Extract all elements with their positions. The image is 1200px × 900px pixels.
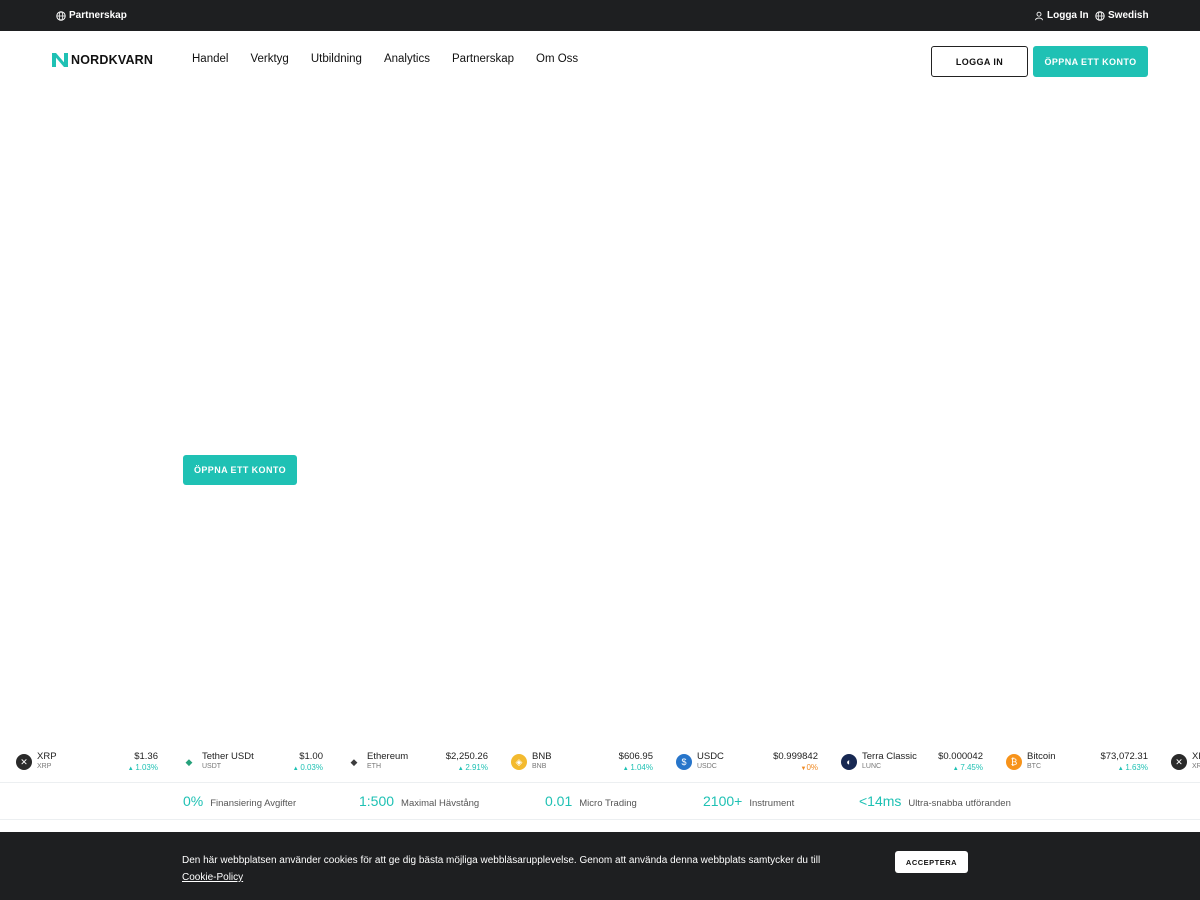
ticker-price: $606.95 [618,751,653,762]
ticker-price: $73,072.31 [1100,751,1148,762]
ticker-change-value: 1.04% [630,763,653,772]
top-partnership-link[interactable]: Partnerskap [56,0,127,31]
cookie-text-block: Den här webbplatsen använder cookies för… [182,852,872,886]
ticker-item[interactable]: ◐ Terra Classic LUNC $0.000042 ▲ 7.45% [841,749,983,773]
ticker-symbol: ETH [367,763,381,770]
hero-open-account-button[interactable]: ÖPPNA ETT KONTO [183,455,297,485]
cookie-banner: Den här webbplatsen använder cookies för… [0,832,1200,900]
ticker-item[interactable]: ✕XRPXRP$1.36▲ 1.03% [1171,749,1200,773]
ticker-price: $1.36 [134,751,158,762]
ticker-change: ▲ 1.04% [623,763,653,772]
xrp-icon: ✕ [1171,754,1187,770]
stat-value: <14ms [859,793,902,809]
nav-item-verktyg[interactable]: Verktyg [250,53,288,65]
ticker-price: $0.999842 [773,751,818,762]
globe-icon [1095,10,1105,21]
ticker-symbol: LUNC [862,763,882,770]
ticker-change: ▲ 1.03% [128,763,158,772]
nav-menu: Handel Verktyg Utbildning Analytics Part… [192,53,578,65]
language-selector[interactable]: Swedish [1095,0,1149,31]
ticker-name: XRP [1192,751,1200,762]
ticker-change-value: 2.91% [465,763,488,772]
ticker-symbol: XRP [37,763,52,770]
top-bar: Partnerskap Logga In Swedish [0,0,1200,31]
bitcoin-icon: ₿ [1006,754,1022,770]
ticker-item[interactable]: $ USDC USDC $0.999842 ▼0% [676,749,818,773]
ticker-price: $2,250.26 [445,751,488,762]
stat-label: Instrument [749,798,795,809]
nav-item-om-oss[interactable]: Om Oss [536,53,578,65]
ticker-name: Ethereum [367,751,409,762]
ticker-change: ▲ 1.63% [1118,763,1148,772]
top-login-link[interactable]: Logga In [1034,0,1089,31]
stat-instruments: 2100+ Instrument [703,793,794,809]
stat-label: Micro Trading [579,798,637,809]
ticker-item[interactable]: ✕ XRPXRP $1.36▲ 1.03% [16,749,158,773]
ticker-item[interactable]: ◈ BNB BNB $606.95 ▲ 1.04% [511,749,653,773]
stat-value: 2100+ [703,793,743,809]
ticker-change: ▲ 7.45% [953,763,983,772]
ticker-name: Bitcoin [1027,751,1056,762]
stat-max-leverage: 1:500 Maximal Hävstång [359,793,479,809]
globe-icon [56,10,66,21]
logo[interactable]: NORDKVARN [52,53,153,67]
ticker-change-value: 0.03% [300,763,323,772]
stat-label: Ultra-snabba utföranden [908,798,1011,809]
ticker-name: Tether USDt [202,751,254,762]
ticker-name: Terra Classic [862,751,917,762]
stat-value: 0% [183,793,204,809]
stat-micro-trading: 0.01 Micro Trading [545,793,637,809]
stats-strip: 0% Finansiering Avgifter 1:500 Maximal H… [0,783,1200,820]
user-icon [1035,11,1043,20]
cookie-message: Den här webbplatsen använder cookies för… [182,855,821,866]
xrp-icon: ✕ [16,754,32,770]
tether-icon: ◆ [185,756,193,767]
ticker-price: $1.00 [299,751,323,762]
ticker-change: ▼0% [800,763,818,772]
ticker-item[interactable]: ₿ Bitcoin BTC $73,072.31 ▲ 1.63% [1006,749,1148,773]
stat-label: Finansiering Avgifter [210,798,297,809]
ticker-price: $0.000042 [938,751,983,762]
stat-execution-speed: <14ms Ultra-snabba utföranden [859,793,1011,809]
top-partnership-label: Partnerskap [69,10,127,21]
login-button[interactable]: LOGGA IN [931,46,1028,77]
ticker-symbol: USDC [697,763,717,770]
ethereum-icon: ◆ [350,756,358,767]
open-account-button[interactable]: ÖPPNA ETT KONTO [1033,46,1148,77]
stat-value: 1:500 [359,793,395,809]
terra-icon: ◐ [841,754,857,770]
ticker-symbol: BTC [1027,763,1041,770]
ticker-name: XRP [37,751,57,762]
ticker-symbol: BNB [532,763,547,770]
stat-funding-fees: 0% Finansiering Avgifter [183,793,296,809]
stat-value: 0.01 [545,793,573,809]
nav-item-utbildning[interactable]: Utbildning [311,53,362,65]
nav-item-partnerskap[interactable]: Partnerskap [452,53,514,65]
ticker-name: BNB [532,751,552,762]
ticker-change-value: 0% [806,763,818,772]
cookie-policy-link[interactable]: Cookie-Policy [182,872,243,883]
ticker-change: ▲ 0.03% [293,763,323,772]
ticker-change-value: 1.63% [1125,763,1148,772]
accept-cookies-button[interactable]: ACCEPTERA [895,851,968,873]
ticker-symbol: USDT [202,763,222,770]
ticker-name: USDC [697,751,724,762]
crypto-ticker: ✕ XRP XRP $1.36 ▲ 1.03% ◆ Tether USDt USDT $1.00… [0,741,1200,783]
ticker-change-value: 7.45% [960,763,983,772]
stat-label: Maximal Hävstång [401,798,480,809]
ticker-item[interactable]: ◆ Ethereum ETH $2,250.26 ▲ 2.91% [346,749,488,773]
language-label: Swedish [1108,10,1149,21]
ticker-symbol: XRP [1192,763,1200,770]
ticker-item[interactable]: ◆ Tether USDt USDT $1.00 ▲ 0.03% [181,749,323,773]
bnb-icon: ◈ [511,754,527,770]
main-nav: NORDKVARN Handel Verktyg Utbildning Anal… [0,31,1200,91]
usdc-icon: $ [676,754,692,770]
ticker-change: ▲ 2.91% [458,763,488,772]
nav-item-analytics[interactable]: Analytics [384,53,430,65]
logo-text: NORDKVARN [71,53,154,67]
top-login-label: Logga In [1047,10,1089,21]
nordkvarn-logo-icon [52,53,68,67]
ticker-change-value: 1.03% [135,763,158,772]
nav-item-handel[interactable]: Handel [192,53,228,65]
